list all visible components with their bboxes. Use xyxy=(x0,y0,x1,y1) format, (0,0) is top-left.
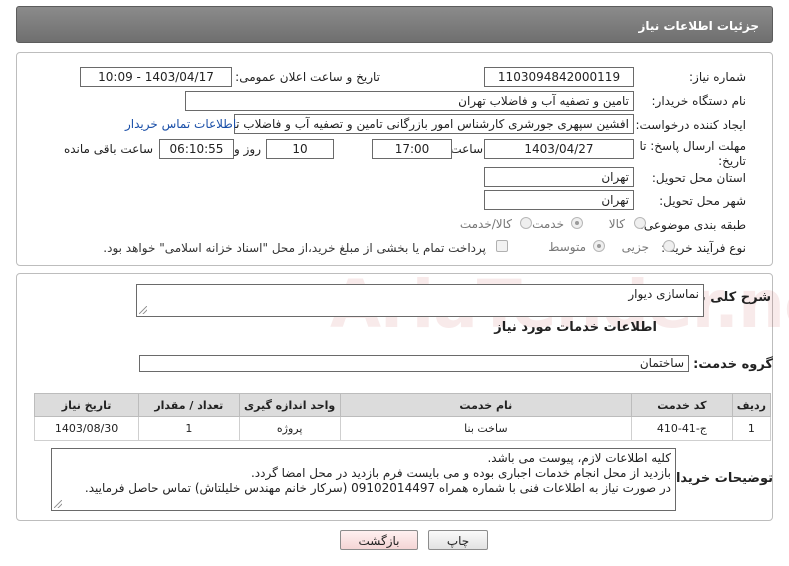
process-option-medium: متوسط xyxy=(548,240,586,254)
services-section-title: اطلاعات خدمات مورد نیاز xyxy=(494,320,657,335)
deadline-time-label: ساعت xyxy=(450,142,483,156)
header-bar: جزئیات اطلاعات نیاز xyxy=(16,6,773,43)
announce-date-label: تاریخ و ساعت اعلان عمومی: xyxy=(235,70,380,84)
buyer-contact-link[interactable]: اطلاعات تماس خریدار xyxy=(125,117,236,131)
resize-grip-icon[interactable] xyxy=(139,306,147,314)
city-label: شهر محل تحویل: xyxy=(659,194,746,208)
requester-label: ایجاد کننده درخواست: xyxy=(635,118,746,132)
category-option-service: خدمت xyxy=(532,217,564,231)
process-radio-medium[interactable] xyxy=(593,240,605,252)
resize-grip-icon[interactable] xyxy=(54,500,62,508)
cell-service-code: ج-41-410 xyxy=(630,416,733,441)
remaining-time-field: 06:10:55 xyxy=(159,139,234,159)
page-title: جزئیات اطلاعات نیاز xyxy=(638,19,759,33)
announce-date-field: 1403/04/17 - 10:09 xyxy=(80,67,232,87)
province-field: تهران xyxy=(484,167,634,187)
print-button[interactable]: چاپ xyxy=(428,530,488,550)
need-details-page: جزئیات اطلاعات نیاز شماره نیاز: 11030948… xyxy=(0,0,789,566)
category-option-goods-service: کالا/خدمت xyxy=(459,217,512,231)
buyer-notes-textarea[interactable]: کلیه اطلاعات لازم، پیوست می باشد. بازدید… xyxy=(51,448,676,511)
buyer-org-label: نام دستگاه خریدار: xyxy=(651,94,747,108)
requester-field: افشین سپهری جورشری کارشناس امور بازرگانی… xyxy=(234,114,634,134)
days-label: روز و xyxy=(234,142,261,156)
buyer-notes-label: توضیحات خریدار: xyxy=(663,471,773,486)
col-header-need-date: تاریخ نیاز xyxy=(33,393,140,417)
service-group-label: گروه خدمت: xyxy=(693,357,773,372)
category-label: طبقه بندی موضوعی: xyxy=(639,218,746,232)
need-number-field: 1103094842000119 xyxy=(484,67,634,87)
treasury-payment-checkbox[interactable] xyxy=(496,240,508,252)
deadline-label-line2: تاریخ: xyxy=(718,154,746,168)
col-header-quantity: تعداد / مقدار xyxy=(138,393,240,417)
col-header-unit: واحد اندازه گیری xyxy=(238,393,341,417)
need-number-label: شماره نیاز: xyxy=(689,70,746,84)
cell-row-number: 1 xyxy=(731,416,772,441)
col-header-service-name: نام خدمت xyxy=(339,393,632,417)
buyer-notes-line-3: در صورت نیاز به اطلاعات فنی با شماره همر… xyxy=(84,481,671,495)
cell-unit: پروژه xyxy=(238,416,341,441)
deadline-label-line1: مهلت ارسال پاسخ: تا xyxy=(639,139,746,153)
deadline-date-field: 1403/04/27 xyxy=(484,139,634,159)
description-text: نماسازی دیوار xyxy=(628,287,699,301)
back-button[interactable]: بازگشت xyxy=(340,530,418,550)
process-radio-minor[interactable] xyxy=(663,240,675,252)
category-option-goods: کالا xyxy=(608,217,625,231)
province-label: استان محل تحویل: xyxy=(651,171,746,185)
table-row: 1 ج-41-410 ساخت بنا پروژه 1 1403/08/30 xyxy=(33,416,772,441)
category-radio-goods-service[interactable] xyxy=(520,217,532,229)
city-field: تهران xyxy=(484,190,634,210)
cell-quantity: 1 xyxy=(138,416,240,441)
buyer-notes-line-1: کلیه اطلاعات لازم، پیوست می باشد. xyxy=(487,451,671,465)
category-radio-service[interactable] xyxy=(571,217,583,229)
services-table: ردیف کد خدمت نام خدمت واحد اندازه گیری ت… xyxy=(33,393,772,441)
cell-service-name: ساخت بنا xyxy=(339,416,632,441)
deadline-time-field: 17:00 xyxy=(372,139,452,159)
process-option-minor: جزیی xyxy=(621,240,649,254)
cell-need-date: 1403/08/30 xyxy=(33,416,140,441)
days-field: 10 xyxy=(266,139,334,159)
remaining-label: ساعت باقی مانده xyxy=(63,142,153,156)
buyer-notes-line-2: بازدید از محل انجام خدمات اجباری بوده و … xyxy=(250,466,671,480)
col-header-row-number: ردیف xyxy=(731,393,772,417)
deadline-label: مهلت ارسال پاسخ: تا تاریخ: xyxy=(639,139,746,169)
treasury-payment-note: پرداخت تمام یا بخشی از مبلغ خرید،از محل … xyxy=(103,241,486,255)
table-header-row: ردیف کد خدمت نام خدمت واحد اندازه گیری ت… xyxy=(33,393,772,417)
category-radio-goods[interactable] xyxy=(634,217,646,229)
description-textarea[interactable]: نماسازی دیوار xyxy=(136,284,704,317)
buyer-org-field: تامین و تصفیه آب و فاضلاب تهران xyxy=(185,91,634,111)
service-group-field: ساختمان xyxy=(139,355,689,372)
col-header-service-code: کد خدمت xyxy=(630,393,733,417)
